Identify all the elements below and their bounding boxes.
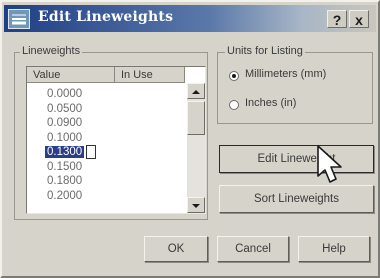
lineweight-rows: 0.0000 0.0500 0.0900 0.1000 0.1300 0.150… <box>27 87 185 203</box>
close-button[interactable]: x <box>349 10 369 28</box>
units-group-label: Units for Listing <box>225 45 305 57</box>
list-item-selected[interactable]: 0.1300 <box>27 145 185 160</box>
cancel-button[interactable]: Cancel <box>217 236 289 262</box>
arrow-down-icon <box>192 204 200 208</box>
edit-lineweight-button[interactable]: Edit Lineweight <box>219 145 374 173</box>
title-bar[interactable]: Edit Lineweights ? x <box>4 5 376 32</box>
vertical-scrollbar[interactable] <box>187 83 205 213</box>
lineweights-group-label: Lineweights <box>20 45 83 57</box>
ok-button[interactable]: OK <box>144 236 208 262</box>
lineweight-app-icon <box>8 9 30 29</box>
help-title-button[interactable]: ? <box>327 10 347 28</box>
units-group <box>217 52 373 124</box>
inches-label[interactable]: Inches (in) <box>245 97 296 109</box>
help-button[interactable]: Help <box>298 236 370 262</box>
list-item[interactable]: 0.0900 <box>27 116 185 131</box>
inches-radio[interactable] <box>229 100 239 110</box>
edit-caret <box>86 145 97 159</box>
arrow-up-icon <box>192 90 200 94</box>
mouse-pointer-icon <box>316 144 346 192</box>
value-column-header[interactable]: Value <box>27 67 115 83</box>
list-item[interactable]: 0.1500 <box>27 160 185 175</box>
list-item[interactable]: 0.1800 <box>27 174 185 189</box>
sort-lineweights-button[interactable]: Sort Lineweights <box>219 185 374 213</box>
selected-value-editor[interactable]: 0.1300 <box>45 146 85 159</box>
list-item[interactable]: 0.0500 <box>27 102 185 117</box>
list-item[interactable]: 0.0000 <box>27 87 185 102</box>
in-use-column-header[interactable]: In Use <box>115 67 185 83</box>
lineweights-listbox[interactable]: Value In Use 0.0000 0.0500 0.0900 0.1000… <box>26 66 206 214</box>
scroll-down-button[interactable] <box>187 197 205 213</box>
list-item[interactable]: 0.2000 <box>27 189 185 204</box>
scroll-thumb[interactable] <box>187 101 205 135</box>
millimeters-label[interactable]: Millimeters (mm) <box>245 68 326 80</box>
list-item[interactable]: 0.1000 <box>27 131 185 146</box>
scroll-up-button[interactable] <box>187 83 205 99</box>
millimeters-radio[interactable] <box>229 71 239 81</box>
window-title: Edit Lineweights <box>38 9 174 25</box>
edit-lineweights-dialog: Edit Lineweights ? x Lineweights Value I… <box>0 0 380 278</box>
